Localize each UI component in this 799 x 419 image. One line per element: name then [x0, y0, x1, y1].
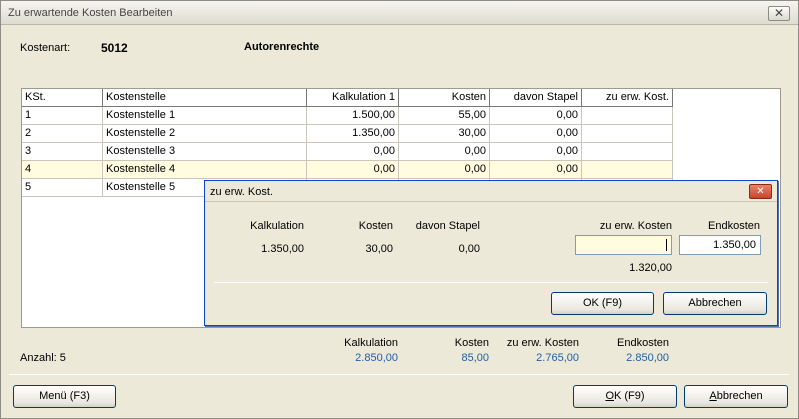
- dialog-title: zu erw. Kost.: [210, 186, 273, 198]
- col-header-kostenstelle[interactable]: Kostenstelle: [103, 89, 307, 107]
- cell-kst: 5: [22, 179, 103, 197]
- dialog-cancel-button[interactable]: Abbrechen: [663, 292, 767, 315]
- cell-kalkulation: 1.500,00: [307, 107, 399, 125]
- cell-kosten: 55,00: [399, 107, 490, 125]
- col-header-stapel[interactable]: davon Stapel: [490, 89, 582, 107]
- ok-label-rest: K (F9): [614, 390, 645, 402]
- kostenart-code: 5012: [101, 41, 128, 55]
- cancel-button[interactable]: Abbrechen: [684, 385, 788, 408]
- cell-stapel: 0,00: [490, 125, 582, 143]
- ok-mnemonic: O: [605, 390, 614, 402]
- dialog-divider: [214, 282, 768, 283]
- close-icon[interactable]: ✕: [768, 6, 790, 21]
- cell-stapel: 0,00: [490, 143, 582, 161]
- cell-kalkulation: 0,00: [307, 143, 399, 161]
- summary-value-kosten: 85,00: [461, 352, 489, 364]
- zu-erw-kosten-input[interactable]: [575, 235, 672, 255]
- window-title: Zu erwartende Kosten Bearbeiten: [8, 7, 173, 19]
- cell-kalkulation: 1.350,00: [307, 125, 399, 143]
- dialog-value-stapel: 0,00: [458, 243, 480, 255]
- summary-label-endkosten: Endkosten: [617, 337, 669, 349]
- cancel-mnemonic: A: [709, 390, 717, 402]
- dialog-close-icon[interactable]: ✕: [749, 184, 772, 199]
- cell-kalkulation: 0,00: [307, 161, 399, 179]
- summary-value-zu-erw: 2.765,00: [536, 352, 579, 364]
- summary-label-kosten: Kosten: [454, 337, 489, 349]
- cell-stapel: 0,00: [490, 107, 582, 125]
- cancel-label-rest: bbrechen: [716, 390, 763, 402]
- dialog-ok-button[interactable]: OK (F9): [551, 292, 654, 315]
- dialog-value-kosten: 30,00: [365, 243, 393, 255]
- col-header-zu-erw[interactable]: zu erw. Kost.: [582, 89, 673, 107]
- main-window: Zu erwartende Kosten Bearbeiten ✕ Kosten…: [0, 0, 799, 419]
- cell-kosten: 30,00: [399, 125, 490, 143]
- zu-erw-kost-dialog: zu erw. Kost. ✕ Kalkulation Kosten davon…: [204, 180, 778, 326]
- text-caret: [666, 239, 667, 251]
- summary-label-kalkulation: Kalkulation: [344, 337, 398, 349]
- dialog-value-kalkulation: 1.350,00: [261, 243, 304, 255]
- col-header-kosten[interactable]: Kosten: [399, 89, 490, 107]
- cell-kst: 2: [22, 125, 103, 143]
- summary-value-endkosten: 2.850,00: [626, 352, 669, 364]
- cell-kst: 3: [22, 143, 103, 161]
- cell-kostenstelle: Kostenstelle 2: [103, 125, 307, 143]
- dialog-label-zu-erw: zu erw. Kosten: [599, 220, 672, 232]
- cell-kst: 1: [22, 107, 103, 125]
- cell-zu-erw: [582, 143, 673, 161]
- dialog-title-bar: zu erw. Kost. ✕: [205, 181, 777, 202]
- cell-zu-erw: [582, 161, 673, 179]
- count-label: Anzahl: 5: [20, 352, 66, 364]
- cell-kostenstelle: Kostenstelle 3: [103, 143, 307, 161]
- endkosten-input[interactable]: 1.350,00: [679, 235, 761, 255]
- title-bar: Zu erwartende Kosten Bearbeiten ✕: [1, 1, 798, 25]
- col-header-kst[interactable]: KSt.: [22, 89, 103, 107]
- cell-kosten: 0,00: [399, 161, 490, 179]
- cell-kostenstelle: Kostenstelle 4: [103, 161, 307, 179]
- kostenart-label: Kostenart:: [20, 42, 71, 54]
- footer-divider: [9, 374, 789, 375]
- cell-kostenstelle: Kostenstelle 1: [103, 107, 307, 125]
- cell-stapel: 0,00: [490, 161, 582, 179]
- menu-button[interactable]: Menü (F3): [13, 385, 116, 408]
- dialog-label-kosten: Kosten: [358, 220, 393, 232]
- dialog-label-stapel: davon Stapel: [415, 220, 480, 232]
- cell-zu-erw: [582, 107, 673, 125]
- summary-value-kalkulation: 2.850,00: [355, 352, 398, 364]
- dialog-hint-zu-erw: 1.320,00: [629, 262, 672, 274]
- kostenart-name: Autorenrechte: [244, 41, 320, 53]
- ok-button[interactable]: OK (F9): [573, 385, 677, 408]
- cell-zu-erw: [582, 125, 673, 143]
- dialog-label-endkosten: Endkosten: [708, 220, 760, 232]
- summary-label-zu-erw: zu erw. Kosten: [506, 337, 579, 349]
- cell-kst: 4: [22, 161, 103, 179]
- cell-kosten: 0,00: [399, 143, 490, 161]
- dialog-label-kalkulation: Kalkulation: [250, 220, 304, 232]
- col-header-kalkulation[interactable]: Kalkulation 1: [307, 89, 399, 107]
